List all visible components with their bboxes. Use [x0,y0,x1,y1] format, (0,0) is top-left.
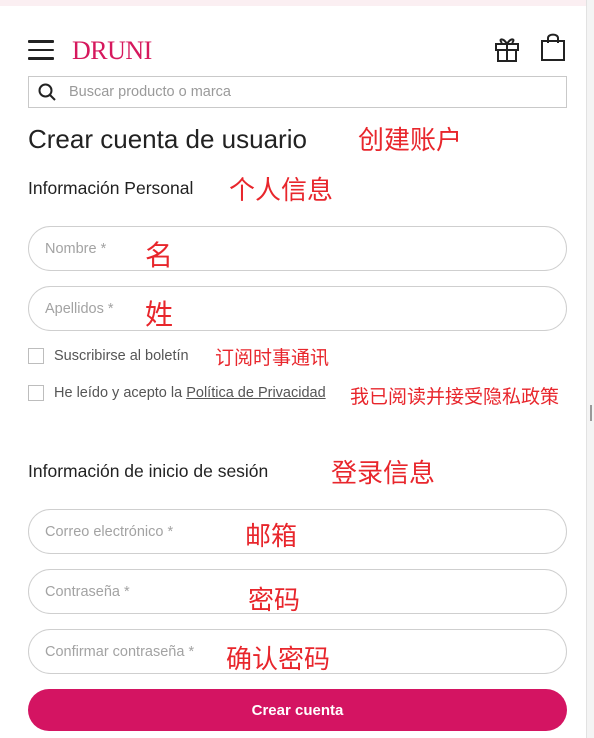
personal-info-heading: Información Personal [28,178,194,198]
hamburger-menu-icon[interactable] [28,40,54,60]
page-title: Crear cuenta de usuario [28,124,307,154]
privacy-policy-link[interactable]: Política de Privacidad [186,385,325,401]
email-annotation: 邮箱 [245,522,298,552]
scrollbar-thumb[interactable] [590,405,592,421]
login-info-annotation: 登录信息 [331,459,436,489]
create-account-button[interactable]: Crear cuenta [28,689,567,731]
privacy-label[interactable]: He leído y acepto la Política de Privaci… [54,385,326,401]
confirm-password-annotation: 确认密码 [226,645,331,675]
surname-annotation: 姓 [145,298,174,331]
scrollbar-track[interactable] [586,0,594,738]
newsletter-annotation: 订阅时事通讯 [215,347,330,369]
name-field[interactable] [28,226,567,271]
surname-field[interactable] [28,286,567,331]
privacy-label-prefix: He leído y acepto la [54,385,187,401]
email-field[interactable] [28,509,567,554]
newsletter-checkbox[interactable] [28,348,44,364]
gift-icon[interactable] [494,35,520,63]
search-input[interactable] [69,81,549,103]
shopping-bag-icon[interactable] [540,32,566,62]
name-input[interactable] [45,238,545,260]
personal-info-annotation: 个人信息 [229,176,334,206]
top-strip [0,0,594,6]
site-header: DRUNI [0,30,586,70]
newsletter-label[interactable]: Suscribirse al boletín [54,348,189,364]
title-annotation: 创建账户 [358,126,463,156]
search-icon[interactable] [38,83,56,101]
password-annotation: 密码 [248,586,301,616]
privacy-checkbox[interactable] [28,385,44,401]
name-annotation: 名 [145,239,174,272]
privacy-annotation: 我已阅读并接受隐私政策 [350,386,560,408]
druni-logo[interactable]: DRUNI [72,36,152,66]
login-info-heading: Información de inicio de sesión [28,461,269,481]
surname-input[interactable] [45,298,545,320]
search-bar[interactable] [28,76,567,108]
